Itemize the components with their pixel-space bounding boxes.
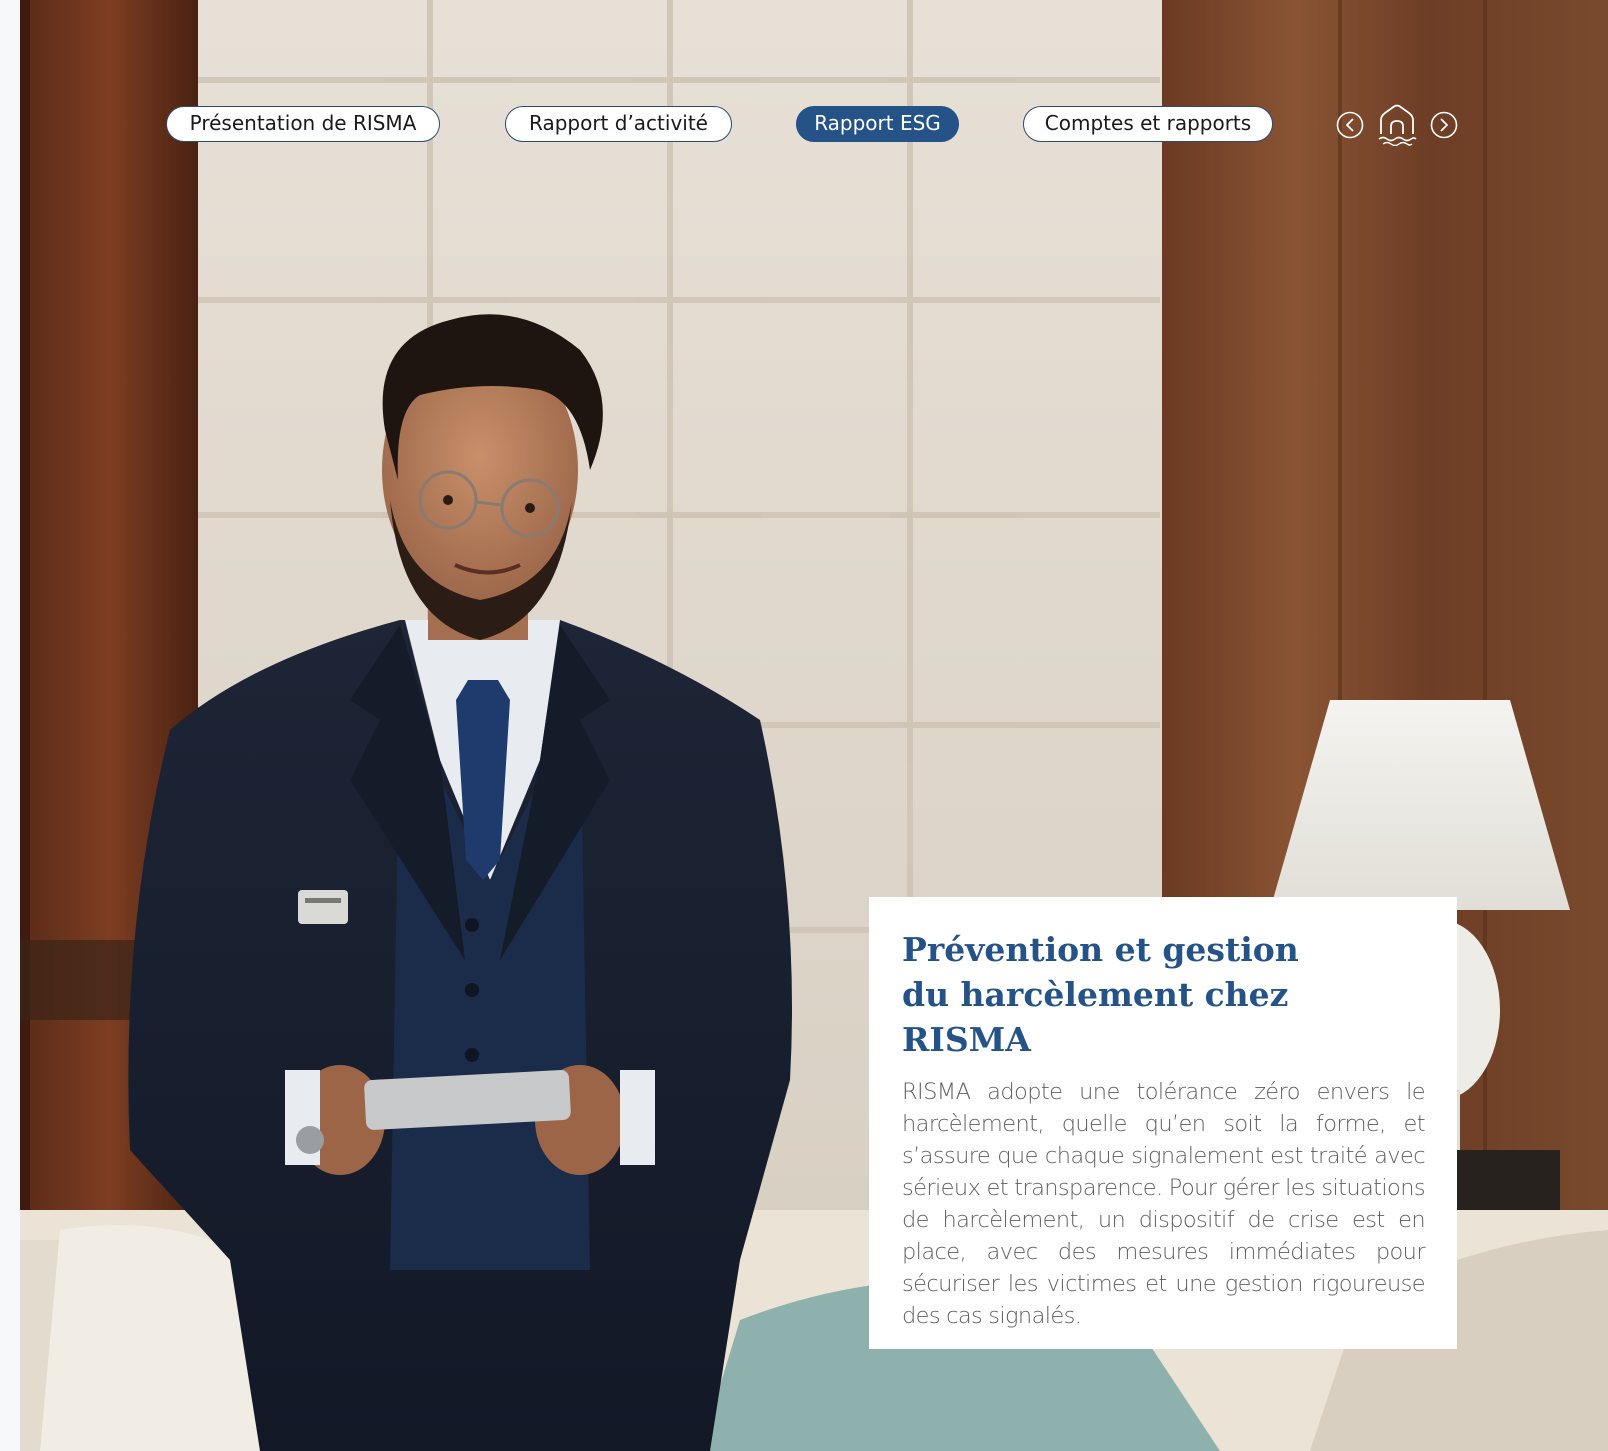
card-title-line-2: du harcèlement chez RISMA xyxy=(902,975,1289,1059)
nav-tab-rapport-esg[interactable]: Rapport ESG xyxy=(796,106,959,142)
top-navigation: Présentation de RISMA Rapport d’activité… xyxy=(0,104,1608,146)
card-title-line-1: Prévention et gestion xyxy=(902,930,1299,969)
nav-tab-comptes-rapports[interactable]: Comptes et rapports xyxy=(1023,106,1273,142)
nav-tab-rapport-activite[interactable]: Rapport d’activité xyxy=(505,106,732,142)
chevron-left-icon[interactable] xyxy=(1336,111,1364,139)
card-title: Prévention et gestion du harcèlement che… xyxy=(902,927,1425,1062)
page-navigation-controls xyxy=(1336,104,1460,146)
harassment-info-card: Prévention et gestion du harcèlement che… xyxy=(869,897,1457,1349)
nav-tab-presentation[interactable]: Présentation de RISMA xyxy=(166,106,440,142)
home-icon[interactable] xyxy=(1376,104,1418,146)
card-body-text: RISMA adopte une tolérance zéro envers l… xyxy=(902,1079,1426,1329)
page-margin xyxy=(0,0,20,1451)
chevron-right-icon[interactable] xyxy=(1430,111,1458,139)
